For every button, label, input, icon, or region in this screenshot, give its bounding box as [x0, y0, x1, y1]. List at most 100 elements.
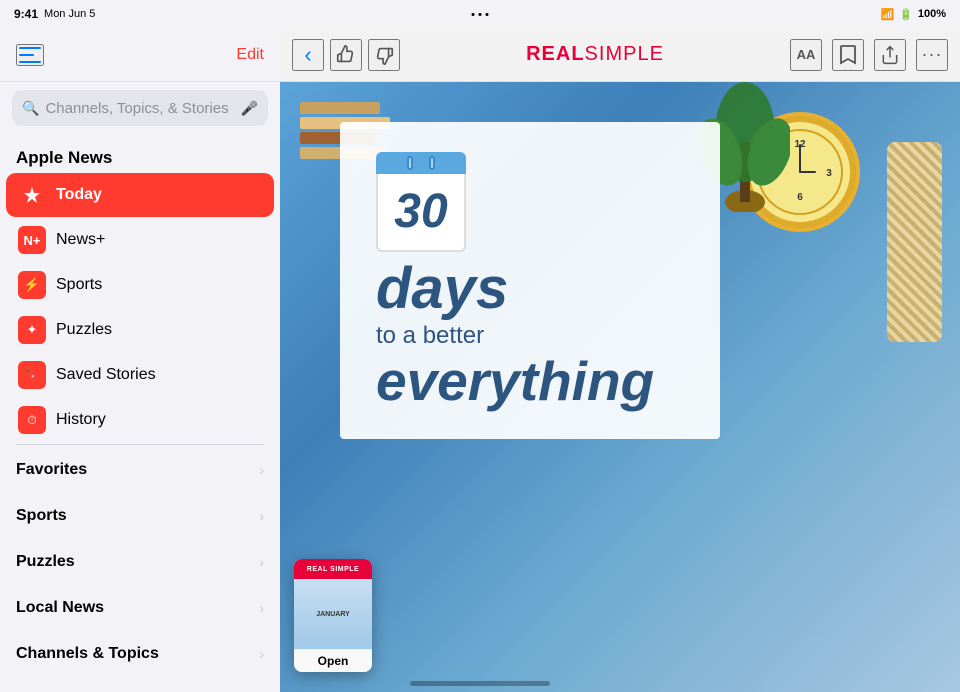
- share-icon: [880, 44, 900, 66]
- thumbs-down-button[interactable]: [368, 39, 400, 71]
- sidebar-nav: Apple News Today N+ News+: [0, 134, 280, 692]
- article-phrase: to a better: [376, 322, 684, 350]
- calendar-number: 30: [394, 188, 447, 236]
- saved-label: Saved Stories: [56, 366, 262, 384]
- sports-nav-label: Sports: [56, 276, 262, 294]
- thumbs-up-button[interactable]: [330, 39, 362, 71]
- favorites-label: Favorites: [16, 461, 259, 479]
- toolbar: ‹ REALSIMPLE AA: [280, 28, 960, 82]
- divider-1: [16, 444, 264, 445]
- localnews-label: Local News: [16, 599, 259, 617]
- publication-simple: SIMPLE: [585, 43, 664, 65]
- sidebar-item-saved[interactable]: 🔖 Saved Stories: [6, 353, 274, 397]
- sports-section-label: Sports: [16, 507, 259, 525]
- puzzles-icon: ✦: [18, 316, 46, 344]
- sidebar-section-channels[interactable]: Channels & Topics ›: [0, 631, 280, 677]
- more-button[interactable]: ···: [916, 39, 948, 71]
- puzzles-section-label: Puzzles: [16, 553, 259, 571]
- saved-icon: 🔖: [18, 361, 46, 389]
- sidebar-item-sports-nav[interactable]: ⚡ Sports: [6, 263, 274, 307]
- thumb-publication: REAL SIMPLE: [307, 566, 359, 573]
- today-icon-svg: [23, 186, 41, 204]
- cal-ring-right: [429, 156, 435, 170]
- home-indicator: [410, 681, 550, 686]
- bookmark-icon: [839, 44, 857, 66]
- sidebar-item-today[interactable]: Today: [6, 173, 274, 217]
- main-content: ‹ REALSIMPLE AA: [280, 28, 960, 692]
- battery-level: 100%: [918, 8, 946, 20]
- sidebar-header: Edit: [0, 28, 280, 82]
- localnews-chevron-icon: ›: [259, 600, 264, 616]
- calendar-body: 30: [376, 174, 466, 252]
- newsplus-icon: N+: [18, 226, 46, 254]
- back-button[interactable]: ‹: [292, 39, 324, 71]
- calendar-icon: 30: [376, 152, 466, 252]
- sidebar-item-puzzles-nav[interactable]: ✦ Puzzles: [6, 308, 274, 352]
- sidebar-section-siri[interactable]: Suggested by Siri ›: [0, 677, 280, 692]
- thumbs-down-icon: [373, 44, 395, 66]
- channels-label: Channels & Topics: [16, 645, 259, 663]
- thumbnail-image: REAL SIMPLE JANUARY: [294, 559, 372, 649]
- status-bar-left: 9:41 Mon Jun 5: [14, 7, 95, 21]
- status-bar: 9:41 Mon Jun 5 📶 🔋 100%: [0, 0, 960, 28]
- svg-text:6: 6: [797, 192, 803, 203]
- calendar-top: [376, 152, 466, 174]
- sidebar-item-history[interactable]: ⏱ History: [6, 398, 274, 442]
- sports-chevron-icon: ›: [259, 508, 264, 524]
- dot3: [486, 13, 489, 16]
- history-label: History: [56, 411, 262, 429]
- font-size-button[interactable]: AA: [790, 39, 822, 71]
- rope-decoration: [887, 142, 942, 342]
- article-word-everything: everything: [376, 354, 684, 409]
- dot1: [472, 13, 475, 16]
- toolbar-right: AA ···: [790, 39, 948, 71]
- dot2: [479, 13, 482, 16]
- puzzles-nav-label: Puzzles: [56, 321, 262, 339]
- app-container: Edit 🔍 Channels, Topics, & Stories 🎤 App…: [0, 28, 960, 692]
- thumbs-up-icon: [335, 44, 357, 66]
- toolbar-center: REALSIMPLE: [408, 43, 782, 66]
- edit-button[interactable]: Edit: [236, 46, 264, 64]
- publication-title: REALSIMPLE: [526, 43, 664, 66]
- share-button[interactable]: [874, 39, 906, 71]
- puzzles-chevron-icon: ›: [259, 554, 264, 570]
- bookmark-button[interactable]: [832, 39, 864, 71]
- thumb-month: JANUARY: [316, 611, 350, 618]
- calendar-decoration: 30: [376, 152, 684, 252]
- sidebar: Edit 🔍 Channels, Topics, & Stories 🎤 App…: [0, 28, 280, 692]
- search-bar[interactable]: 🔍 Channels, Topics, & Stories 🎤: [12, 90, 268, 126]
- favorites-chevron-icon: ›: [259, 462, 264, 478]
- status-bar-right: 📶 🔋 100%: [880, 8, 946, 21]
- publication-real: REAL: [526, 43, 584, 65]
- toolbar-left: ‹: [292, 39, 400, 71]
- sidebar-section-favorites[interactable]: Favorites ›: [0, 447, 280, 493]
- battery-icon: 🔋: [899, 8, 913, 21]
- thumb-body: JANUARY: [294, 579, 372, 649]
- sidebar-section-puzzles[interactable]: Puzzles ›: [0, 539, 280, 585]
- channels-chevron-icon: ›: [259, 646, 264, 662]
- sidebar-toggle-icon: [19, 47, 41, 63]
- sports-icon: ⚡: [18, 271, 46, 299]
- thumbnail-popup: REAL SIMPLE JANUARY Open: [294, 559, 372, 672]
- article-word-days: days: [376, 260, 684, 318]
- search-placeholder: Channels, Topics, & Stories: [45, 100, 234, 117]
- status-date: Mon Jun 5: [44, 8, 95, 20]
- status-time: 9:41: [14, 7, 38, 21]
- sidebar-section-sports[interactable]: Sports ›: [0, 493, 280, 539]
- status-bar-center: [472, 13, 489, 16]
- sidebar-toggle-button[interactable]: [16, 44, 44, 66]
- microphone-icon[interactable]: 🎤: [241, 100, 258, 117]
- sidebar-section-localnews[interactable]: Local News ›: [0, 585, 280, 631]
- article-area: 12 6 3 9: [280, 82, 960, 692]
- today-label: Today: [56, 186, 262, 204]
- cal-ring-left: [407, 156, 413, 170]
- thumb-header: REAL SIMPLE: [294, 559, 372, 579]
- search-icon: 🔍: [22, 100, 39, 117]
- history-icon: ⏱: [18, 406, 46, 434]
- svg-text:3: 3: [826, 168, 832, 179]
- open-button[interactable]: Open: [294, 649, 372, 672]
- sidebar-item-newsplus[interactable]: N+ News+: [6, 218, 274, 262]
- apple-news-header: Apple News: [0, 134, 280, 172]
- article-card: 30 days to a better everything: [340, 122, 720, 439]
- wifi-icon: 📶: [880, 8, 894, 21]
